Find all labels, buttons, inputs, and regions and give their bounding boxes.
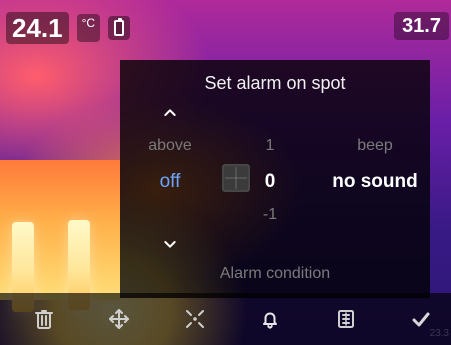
alarm-button[interactable] <box>250 299 290 339</box>
dialog-title: Set alarm on spot <box>204 73 346 93</box>
battery-icon <box>114 18 125 36</box>
sound-option-above[interactable]: beep <box>320 137 430 155</box>
threshold-option-selected[interactable]: 0 <box>228 171 312 193</box>
battery-indicator <box>108 16 131 40</box>
top-right-temperature: 31.7 <box>394 12 449 40</box>
alarm-condition-option-selected[interactable]: off <box>120 171 220 193</box>
delete-button[interactable] <box>24 299 64 339</box>
trash-icon <box>35 310 53 329</box>
set-alarm-dialog: Set alarm on spot above off 1 0 -1 beep … <box>120 60 430 298</box>
grid-icon <box>337 310 354 328</box>
faint-temperature-readout: 23.3 <box>429 328 449 339</box>
bottom-toolbar: 23.3 <box>0 293 451 345</box>
spot-temperature: 24.1 <box>6 12 69 44</box>
status-bar-left: 24.1 °C <box>6 12 131 44</box>
threshold-option-above[interactable]: 1 <box>228 137 312 155</box>
threshold-option-below[interactable]: -1 <box>228 206 312 224</box>
spot-icon <box>185 310 204 328</box>
temperature-unit: °C <box>76 14 101 42</box>
move-button[interactable] <box>99 299 139 339</box>
grid-button[interactable] <box>326 299 366 339</box>
alarm-condition-option-above[interactable]: above <box>120 137 220 155</box>
chevron-up-icon[interactable] <box>162 105 178 121</box>
spot-tool-button[interactable] <box>175 299 215 339</box>
sound-option-selected[interactable]: no sound <box>320 171 430 193</box>
bell-icon <box>263 312 278 329</box>
chevron-down-icon[interactable] <box>162 236 178 252</box>
move-icon <box>109 309 130 329</box>
alarm-condition-label: Alarm condition <box>219 265 331 282</box>
thermal-camera-screen: 24.1 °C 31.7 Set alarm on spot above off… <box>0 0 451 345</box>
